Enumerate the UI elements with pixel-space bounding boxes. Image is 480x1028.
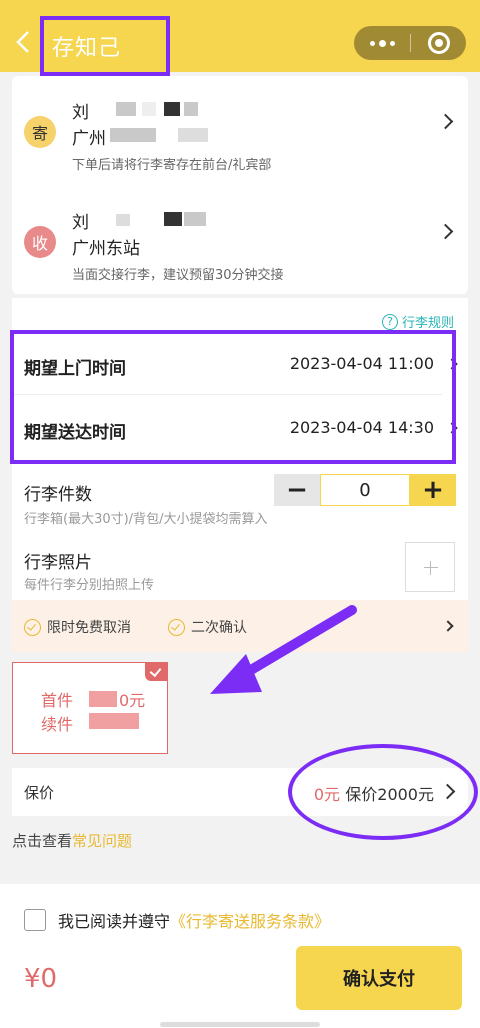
redaction-block <box>184 102 198 116</box>
receiver-name: 刘 <box>72 213 89 233</box>
coupon-line-1-text: 首件 <box>41 691 74 710</box>
chevron-right-icon <box>437 223 454 240</box>
sender-place: 广州 <box>72 129 106 149</box>
highlight-oval-insurance <box>288 744 478 840</box>
plus-button[interactable]: + <box>410 474 456 506</box>
capsule-divider <box>410 34 411 52</box>
agreement-checkbox[interactable] <box>24 909 46 931</box>
luggage-photo-sub: 每件行李分别拍照上传 <box>24 578 155 593</box>
faq-prefix: 点击查看 <box>12 832 73 850</box>
sender-badge: 寄 <box>24 116 56 148</box>
redaction-block <box>164 102 180 116</box>
chevron-right-icon <box>442 620 454 632</box>
redaction-block <box>89 713 139 729</box>
luggage-photo-label: 行李照片 <box>24 553 92 573</box>
chevron-left-icon[interactable] <box>14 28 34 56</box>
selected-check-icon <box>145 663 167 681</box>
receiver-place: 广州东站 <box>72 239 140 259</box>
redaction-block <box>178 128 208 142</box>
luggage-rules-label: 行李规则 <box>401 316 454 331</box>
coupon-card[interactable]: 首件 0元 续件 <box>12 662 168 754</box>
perk-free-cancel: 限时免费取消 <box>24 617 131 637</box>
coupon-line-1-tail: 0元 <box>119 691 146 710</box>
agreement-prefix: 我已阅读并遵守 <box>58 912 171 931</box>
minus-button[interactable]: − <box>274 474 320 506</box>
redaction-block <box>164 212 182 226</box>
redaction-block <box>110 128 156 142</box>
add-photo-button[interactable] <box>405 542 455 592</box>
receiver-note: 当面交接行李，建议预留30分钟交接 <box>72 268 284 283</box>
quantity-value[interactable]: 0 <box>320 474 410 506</box>
receiver-badge: 收 <box>24 226 56 258</box>
chevron-right-icon <box>437 113 454 130</box>
confirm-pay-button[interactable]: 确认支付 <box>296 946 462 1010</box>
bottom-bar: 我已阅读并遵守 《行李寄送服务条款》 ¥0 确认支付 <box>0 884 480 1028</box>
agreement-row: 我已阅读并遵守 《行李寄送服务条款》 <box>24 908 330 932</box>
sender-name: 刘 <box>72 103 89 123</box>
receiver-row[interactable]: 收 刘 广州东站 当面交接行李，建议预留30分钟交接 <box>12 186 468 286</box>
total-price: ¥0 <box>24 964 58 994</box>
redaction-block <box>142 102 156 116</box>
faq-line: 点击查看常见问题 <box>12 830 132 851</box>
check-circle-icon <box>24 618 41 636</box>
more-dots-icon[interactable] <box>354 26 410 60</box>
question-icon: ? <box>381 313 398 330</box>
redaction-block <box>89 691 117 707</box>
redaction-block <box>116 214 130 226</box>
coupon-line-1: 首件 <box>41 687 73 711</box>
luggage-count-label: 行李件数 <box>24 485 92 505</box>
home-indicator <box>160 1022 320 1027</box>
check-circle-icon <box>168 618 185 636</box>
highlight-box-times <box>10 330 456 464</box>
annotation-arrow <box>210 605 357 694</box>
luggage-count-sub: 行李箱(最大30寸)/背包/大小提袋均需算入 <box>24 512 268 527</box>
sender-row[interactable]: 寄 刘 广州 下单后请将行李寄存在前台/礼宾部 <box>12 76 468 176</box>
address-card: 寄 刘 广州 下单后请将行李寄存在前台/礼宾部 收 刘 广州东站 当面交接行李，… <box>12 76 468 294</box>
quantity-stepper: − 0 + <box>274 474 456 506</box>
redaction-block <box>184 212 206 226</box>
highlight-box-title <box>40 16 170 76</box>
mini-program-capsule <box>354 26 466 60</box>
faq-link[interactable]: 常见问题 <box>72 832 132 850</box>
terms-link[interactable]: 《行李寄送服务条款》 <box>170 908 330 932</box>
coupon-line-2: 续件 <box>41 715 74 734</box>
sender-note: 下单后请将行李寄存在前台/礼宾部 <box>72 158 272 173</box>
perk-label: 限时免费取消 <box>47 620 131 636</box>
insurance-label: 保价 <box>24 784 55 802</box>
redaction-block <box>116 102 136 116</box>
luggage-rules-link[interactable]: ? 行李规则 <box>381 312 454 331</box>
target-close-icon[interactable] <box>428 32 450 54</box>
